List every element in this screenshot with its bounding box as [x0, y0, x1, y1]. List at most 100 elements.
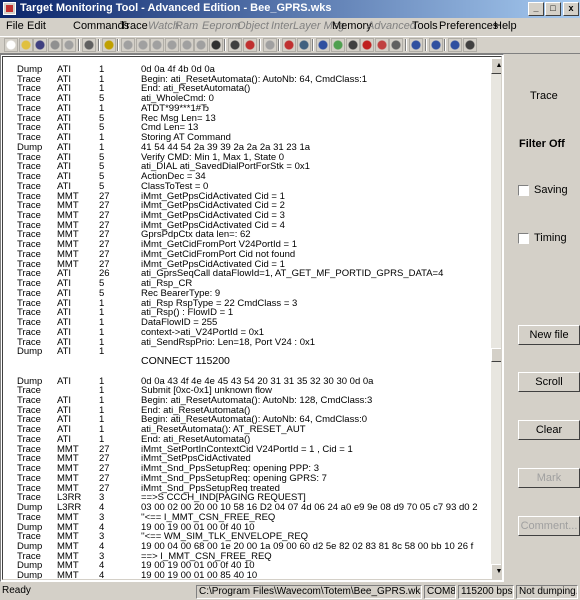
menu-ram[interactable]: Ram — [175, 20, 198, 32]
scroll-up-button[interactable]: ▲ — [491, 58, 501, 74]
ram-icon[interactable] — [135, 38, 150, 52]
toolbar-separator — [78, 39, 80, 51]
properties-icon[interactable] — [62, 38, 77, 52]
menu-file[interactable]: File — [6, 20, 24, 32]
filter-icon[interactable] — [262, 38, 277, 52]
tools-icon[interactable] — [389, 38, 404, 52]
timing-checkbox[interactable] — [518, 233, 529, 244]
stop-icon[interactable] — [360, 38, 375, 52]
record-icon[interactable] — [374, 38, 389, 52]
wave-icon[interactable] — [448, 38, 463, 52]
eeprom-icon[interactable] — [150, 38, 165, 52]
layer-icon[interactable] — [179, 38, 194, 52]
saving-checkbox[interactable] — [518, 185, 529, 196]
menu-bar: File Edit Commands Trace Watch Ram Eeprom Objec… — [0, 18, 580, 36]
memory-icon[interactable] — [208, 38, 223, 52]
open-icon[interactable] — [18, 38, 33, 52]
log-level: 1 — [99, 346, 105, 358]
d-icon[interactable] — [428, 38, 443, 52]
mark-button[interactable]: Mark — [518, 468, 580, 488]
object-icon[interactable] — [165, 38, 179, 52]
minimize-button[interactable]: _ — [528, 2, 544, 16]
log-row[interactable]: Trace MMT 27 iMmt_SetPortInContextCid V24Po… — [17, 444, 493, 455]
maximize-button[interactable]: □ — [545, 2, 561, 16]
log-row[interactable]: CONNECT 115200 — [17, 356, 493, 367]
menu-edit[interactable]: Edit — [27, 20, 46, 32]
new-icon[interactable] — [4, 38, 18, 52]
trace-display: Trace — [508, 54, 580, 134]
log-row[interactable]: Trace MMT 3 ''<== I_MMT_CSN_FREE_REQ — [17, 513, 493, 523]
toolbar-separator — [405, 39, 407, 51]
log-row[interactable]: Trace ATI 1 End: ati_ResetAutomata() — [17, 84, 493, 94]
log-type: Dump — [17, 346, 43, 358]
info-icon[interactable] — [101, 38, 116, 52]
sim-icon[interactable] — [296, 38, 311, 52]
connect-icon[interactable] — [82, 38, 96, 52]
status-port: COM8 — [424, 585, 456, 599]
title-bar: Target Monitoring Tool - Advanced Editio… — [0, 0, 580, 18]
log-type: Dump — [17, 570, 43, 580]
log-row[interactable]: Trace ATI 5 Rec Msg Len= 13 — [17, 113, 493, 124]
app-icon[interactable] — [3, 2, 16, 15]
globe-icon[interactable] — [316, 38, 331, 52]
status-baud: 115200 bps — [458, 585, 514, 599]
cycle-icon[interactable] — [409, 38, 423, 52]
clear-button[interactable]: Clear — [518, 420, 580, 440]
log-module: ATI — [57, 346, 72, 358]
layer2-icon[interactable] — [194, 38, 209, 52]
save-icon[interactable] — [33, 38, 48, 52]
menu-preferences[interactable]: Preferences — [439, 20, 498, 32]
log-row[interactable]: Trace ATI 1 ati_Rsp() : FlowID = 1 — [17, 308, 493, 318]
menu-advanced[interactable]: Advanced — [367, 20, 416, 32]
menu-object[interactable]: Object — [237, 20, 269, 32]
close-button[interactable]: x — [563, 2, 579, 16]
menu-trace[interactable]: Trace — [120, 20, 148, 32]
scroll-down-button[interactable]: ▼ — [491, 564, 501, 579]
log-row[interactable]: Trace ATI 5 ati_Rsp_CR — [17, 279, 493, 289]
toolbar-separator — [97, 39, 100, 51]
log-row[interactable]: Dump ATI 1 — [17, 347, 493, 357]
toolbar-separator — [444, 39, 447, 51]
log-row[interactable]: Trace ATI 5 ActionDec = 34 — [17, 172, 493, 182]
toolbar-separator — [424, 39, 427, 51]
trace-log[interactable]: Dump ATI 1 0d 0a 4f 4b 0d 0a Trace ATI 1 Begin:… — [17, 65, 493, 580]
status-ready: Ready — [2, 585, 31, 596]
log-row[interactable]: Dump MMT 4 19 00 19 00 01 00 85 40 10 — [17, 570, 493, 580]
menu-help[interactable]: Help — [494, 20, 517, 32]
log-row[interactable]: Trace ATI 1 ati_ResetAutomata(): AT_RESET_A… — [17, 425, 493, 435]
menu-memory[interactable]: Memory — [332, 20, 372, 32]
log-row[interactable]: Trace ATI 5 ati_WholeCmd: 0 — [17, 94, 493, 104]
vertical-scrollbar[interactable]: ▲ ▼ — [491, 58, 501, 579]
log-row[interactable]: Trace MMT 3 ==> I_MMT_CSN_FREE_REQ — [17, 551, 493, 562]
options-icon[interactable] — [345, 38, 360, 52]
log-row[interactable]: Trace ATI 1 Begin: ati_ResetAutomata(): Aut… — [17, 396, 493, 406]
window-title: Target Monitoring Tool - Advanced Editio… — [20, 2, 332, 14]
log-row[interactable]: Trace ATI 5 ati_DIAL ati_SavedDialPortForSt… — [17, 162, 493, 172]
refresh-icon[interactable] — [462, 38, 477, 52]
menu-tools[interactable]: Tools — [412, 20, 438, 32]
log-row[interactable]: Trace ATI 1 ATDT*99***1#Ђ — [17, 104, 493, 114]
scroll-button[interactable]: Scroll — [518, 372, 580, 392]
toolbar-separator — [258, 39, 261, 51]
log-row[interactable]: Trace ATI 5 Cmd Len= 13 — [17, 123, 493, 133]
comment-button[interactable]: Comment... — [518, 516, 580, 536]
status-bar: Ready C:\Program Files\Wavecom\Totem\Bee… — [0, 584, 580, 600]
trace-stop-icon[interactable] — [243, 38, 257, 52]
watch-icon[interactable] — [121, 38, 136, 52]
trace-icon[interactable] — [228, 38, 243, 52]
log-row[interactable]: Trace ATI 1 Begin: ati_ResetAutomata(): Aut… — [17, 74, 493, 85]
status-path: C:\Program Files\Wavecom\Totem\Bee_GPRS.… — [196, 585, 422, 599]
log-row[interactable]: Trace ATI 1 ati_Rsp RspType = 22 CmdClass =… — [17, 298, 493, 309]
at-icon[interactable] — [282, 38, 297, 52]
new-file-button[interactable]: New file — [518, 325, 580, 345]
log-module: ATI — [57, 375, 72, 387]
log-row[interactable]: Trace ATI 1 ati_SendRspPrio: Len=18, Port V… — [17, 337, 493, 348]
log-row[interactable]: Trace MMT 27 iMmt_GetPpsCidActivated Cid = … — [17, 221, 493, 231]
chart-icon[interactable] — [331, 38, 345, 52]
scroll-thumb[interactable] — [491, 348, 501, 362]
trace-log-panel[interactable]: Dump ATI 1 0d 0a 4f 4b 0d 0a Trace ATI 1 Begin:… — [0, 54, 504, 582]
menu-eeprom[interactable]: Eeprom — [202, 20, 241, 32]
status-dumping: Not dumping... — [516, 585, 578, 599]
log-row[interactable]: Trace ATI 26 ati_GprsSeqCall dataFlowId=1, … — [17, 269, 493, 279]
print-icon[interactable] — [47, 38, 62, 52]
